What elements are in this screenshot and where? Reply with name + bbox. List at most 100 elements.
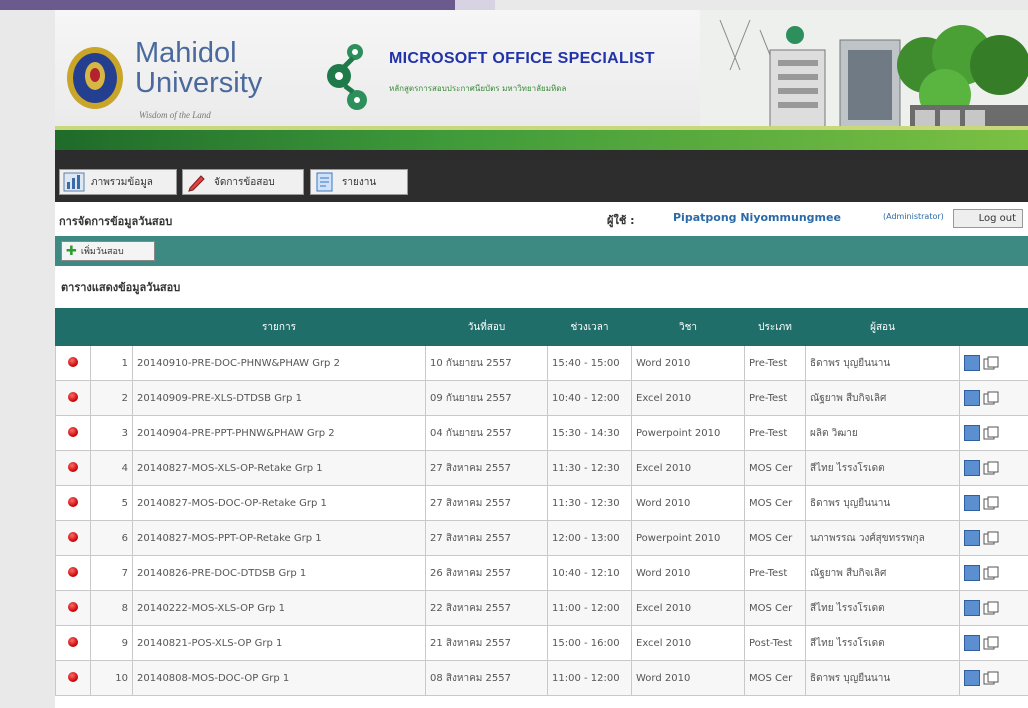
col-subject[interactable]: วิชา: [631, 308, 745, 346]
edit-icon[interactable]: [964, 670, 980, 686]
row-name-cell: 20140909-PRE-XLS-DTDSB Grp 1: [132, 380, 426, 416]
table-row[interactable]: 10 20140808-MOS-DOC-OP Grp 1 08 สิงหาคม 25…: [55, 660, 1028, 696]
edit-icon[interactable]: [964, 425, 980, 441]
section-title: ตารางแสดงข้อมูลวันสอบ: [61, 281, 181, 294]
row-actions: [964, 390, 1024, 406]
row-actions: [964, 565, 1024, 581]
col-type[interactable]: ประเภท: [744, 308, 806, 346]
table-row[interactable]: 9 20140821-POS-XLS-OP Grp 1 21 สิงหาคม 255…: [55, 625, 1028, 661]
row-actions-cell: [959, 415, 1028, 451]
row-type-cell: Pre-Test: [744, 555, 806, 591]
row-status-cell: [55, 485, 91, 521]
copy-icon[interactable]: [983, 671, 999, 685]
banner-green-band: [55, 130, 1028, 150]
edit-icon[interactable]: [964, 390, 980, 406]
row-type-cell: Post-Test: [744, 625, 806, 661]
row-teacher-cell: ณัฐยาพ สืบกิจเลิศ: [805, 380, 960, 416]
row-teacher-cell: ผลิต วิฒาย: [805, 415, 960, 451]
table-row[interactable]: 5 20140827-MOS-DOC-OP-Retake Grp 1 27 สิงห…: [55, 485, 1028, 521]
row-name-cell: 20140826-PRE-DOC-DTDSB Grp 1: [132, 555, 426, 591]
row-time-cell: 15:30 - 14:30: [547, 415, 632, 451]
row-actions-cell: [959, 380, 1028, 416]
menu-overview-button[interactable]: ภาพรวมข้อมูล: [59, 169, 177, 195]
page-title: การจัดการข้อมูลวันสอบ: [59, 215, 173, 228]
row-no-cell: 10: [90, 660, 133, 696]
exam-date-table: รายการ วันที่สอบ ช่วงเวลา วิชา ประเภท ผู…: [55, 308, 1028, 696]
table-row[interactable]: 8 20140222-MOS-XLS-OP Grp 1 22 สิงหาคม 255…: [55, 590, 1028, 626]
banner-bottom-band: [55, 150, 1028, 160]
col-name[interactable]: รายการ: [132, 308, 426, 346]
edit-icon[interactable]: [964, 565, 980, 581]
copy-icon[interactable]: [983, 601, 999, 615]
row-actions: [964, 495, 1024, 511]
user-name: Pipatpong Niyommungmee: [673, 211, 841, 224]
row-name-cell: 20140222-MOS-XLS-OP Grp 1: [132, 590, 426, 626]
action-toolbar: ✚ เพิ่มวันสอบ: [55, 236, 1028, 266]
row-status-cell: [55, 380, 91, 416]
row-status-cell: [55, 660, 91, 696]
row-name-cell: 20140827-MOS-XLS-OP-Retake Grp 1: [132, 450, 426, 486]
menu-exam-manage-button[interactable]: จัดการข้อสอบ: [182, 169, 304, 195]
row-date-cell: 27 สิงหาคม 2557: [425, 520, 548, 556]
menu-overview-label: ภาพรวมข้อมูล: [91, 176, 153, 188]
logout-button[interactable]: Log out: [953, 209, 1023, 228]
col-teacher[interactable]: ผู้สอน: [805, 308, 960, 346]
copy-icon[interactable]: [983, 426, 999, 440]
edit-icon[interactable]: [964, 355, 980, 371]
table-row[interactable]: 4 20140827-MOS-XLS-OP-Retake Grp 1 27 สิงห…: [55, 450, 1028, 486]
edit-icon[interactable]: [964, 600, 980, 616]
status-dot-icon: [68, 391, 78, 402]
row-actions-cell: [959, 485, 1028, 521]
top-window-strip: [0, 0, 455, 10]
copy-icon[interactable]: [983, 566, 999, 580]
status-dot-icon: [68, 601, 78, 612]
copy-icon[interactable]: [983, 636, 999, 650]
status-dot-icon: [68, 636, 78, 647]
program-title: MICROSOFT OFFICE SPECIALIST: [389, 50, 655, 67]
main-menu-bar: ภาพรวมข้อมูล จัดการข้อสอบ รายงาน: [55, 160, 1028, 202]
table-row[interactable]: 6 20140827-MOS-PPT-OP-Retake Grp 1 27 สิงห…: [55, 520, 1028, 556]
edit-icon[interactable]: [964, 460, 980, 476]
chart-icon: [63, 172, 85, 192]
row-date-cell: 09 กันยายน 2557: [425, 380, 548, 416]
site-banner: Mahidol University Wisdom of the Land MI…: [55, 10, 1028, 160]
row-type-cell: MOS Cer: [744, 590, 806, 626]
row-actions-cell: [959, 660, 1028, 696]
row-date-cell: 26 สิงหาคม 2557: [425, 555, 548, 591]
row-teacher-cell: ธิดาพร บุญยืนนาน: [805, 660, 960, 696]
table-row[interactable]: 2 20140909-PRE-XLS-DTDSB Grp 1 09 กันยายน …: [55, 380, 1028, 416]
add-exam-date-button[interactable]: ✚ เพิ่มวันสอบ: [61, 241, 155, 261]
row-type-cell: MOS Cer: [744, 485, 806, 521]
edit-icon[interactable]: [964, 635, 980, 651]
row-no-cell: 3: [90, 415, 133, 451]
edit-icon[interactable]: [964, 495, 980, 511]
row-type-cell: Pre-Test: [744, 415, 806, 451]
copy-icon[interactable]: [983, 461, 999, 475]
row-no-cell: 2: [90, 380, 133, 416]
table-header-row: รายการ วันที่สอบ ช่วงเวลา วิชา ประเภท ผู…: [55, 308, 1028, 346]
col-date[interactable]: วันที่สอบ: [425, 308, 548, 346]
copy-icon[interactable]: [983, 356, 999, 370]
row-subject-cell: Excel 2010: [631, 450, 745, 486]
table-row[interactable]: 1 20140910-PRE-DOC-PHNW&PHAW Grp 2 10 กันย…: [55, 345, 1028, 381]
row-name-cell: 20140904-PRE-PPT-PHNW&PHAW Grp 2: [132, 415, 426, 451]
copy-icon[interactable]: [983, 496, 999, 510]
status-dot-icon: [68, 671, 78, 682]
edit-icon[interactable]: [964, 530, 980, 546]
row-no-cell: 8: [90, 590, 133, 626]
table-row[interactable]: 3 20140904-PRE-PPT-PHNW&PHAW Grp 2 04 กันย…: [55, 415, 1028, 451]
row-name-cell: 20140827-MOS-PPT-OP-Retake Grp 1: [132, 520, 426, 556]
status-dot-icon: [68, 566, 78, 577]
copy-icon[interactable]: [983, 391, 999, 405]
row-name-cell: 20140827-MOS-DOC-OP-Retake Grp 1: [132, 485, 426, 521]
copy-icon[interactable]: [983, 531, 999, 545]
col-time[interactable]: ช่วงเวลา: [547, 308, 632, 346]
menu-report-button[interactable]: รายงาน: [310, 169, 408, 195]
row-time-cell: 11:00 - 12:00: [547, 660, 632, 696]
row-status-cell: [55, 415, 91, 451]
university-motto: Wisdom of the Land: [139, 110, 211, 120]
row-name-cell: 20140821-POS-XLS-OP Grp 1: [132, 625, 426, 661]
table-row[interactable]: 7 20140826-PRE-DOC-DTDSB Grp 1 26 สิงหาคม …: [55, 555, 1028, 591]
add-exam-date-label: เพิ่มวันสอบ: [80, 247, 124, 257]
row-type-cell: MOS Cer: [744, 660, 806, 696]
